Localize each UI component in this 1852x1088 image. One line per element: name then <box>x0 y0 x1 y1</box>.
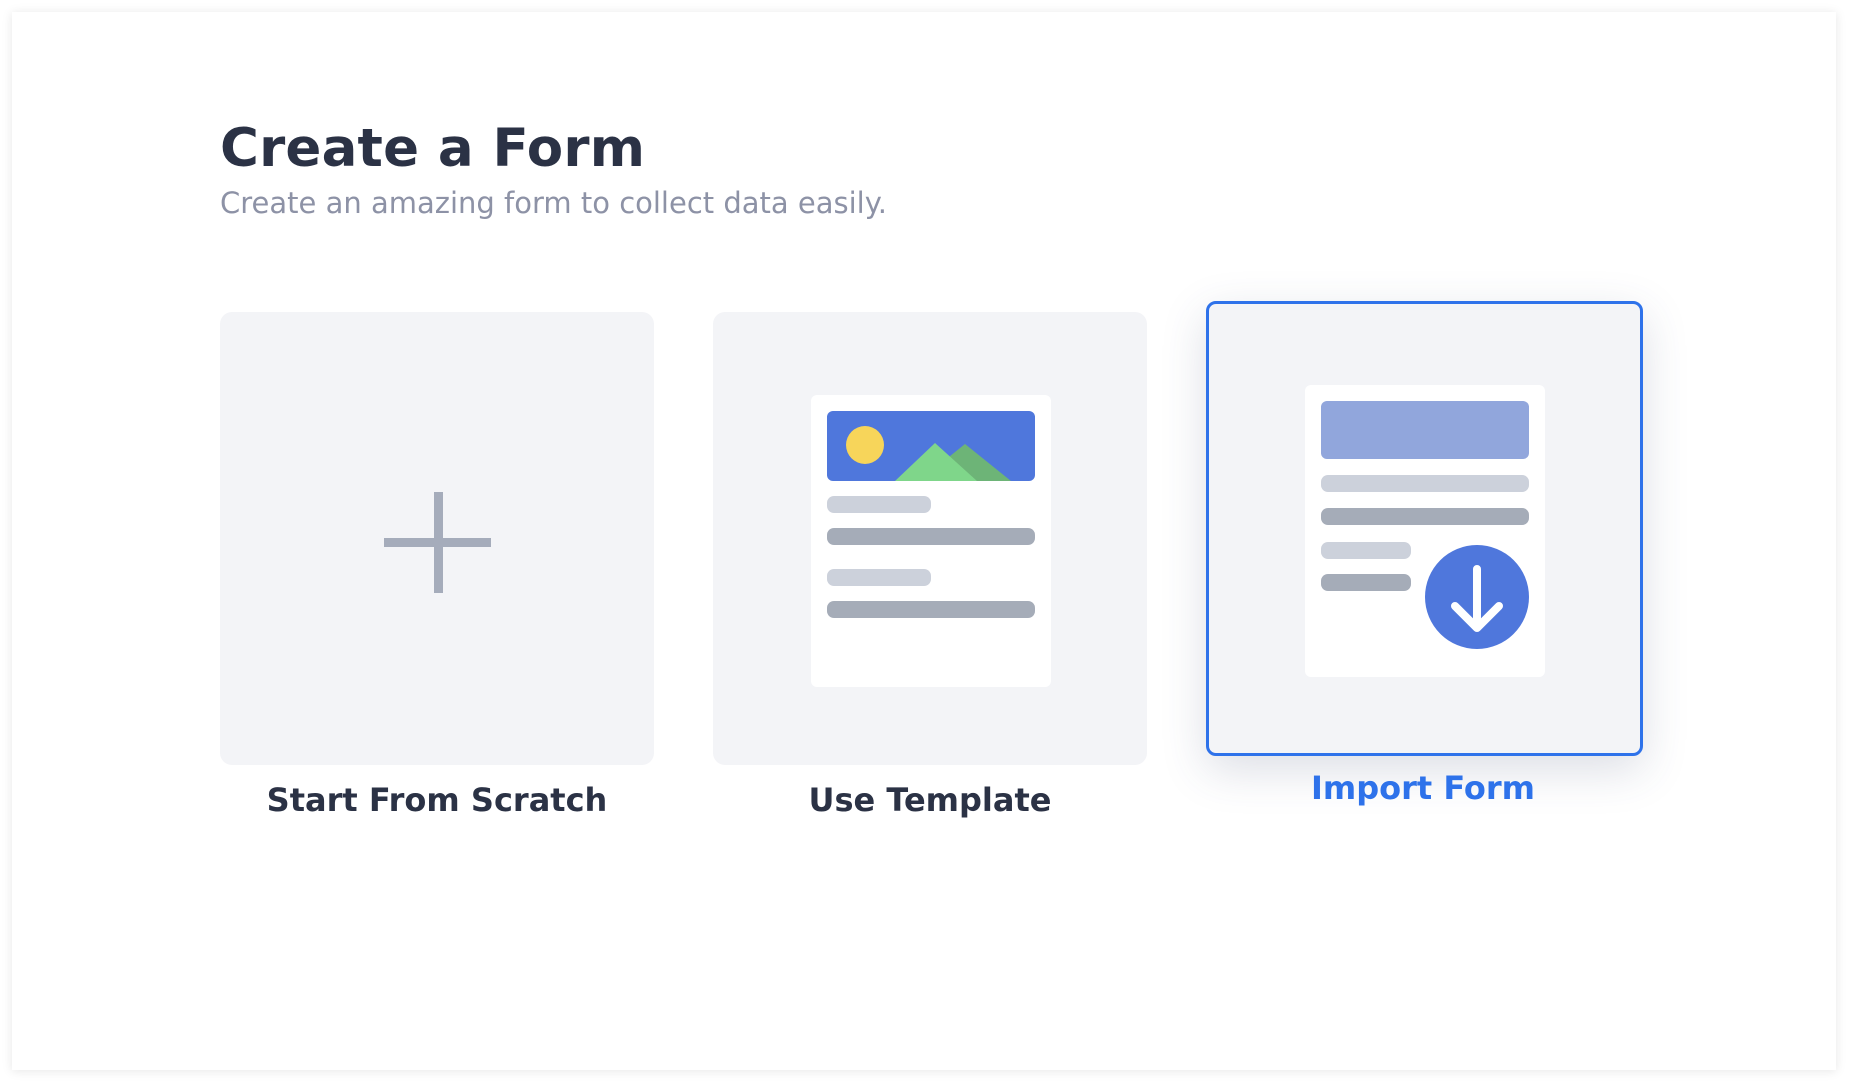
template-line <box>827 496 931 513</box>
download-icon <box>1425 545 1529 649</box>
template-illustration-icon <box>811 395 1051 687</box>
start-from-scratch-label[interactable]: Start From Scratch <box>220 781 654 819</box>
import-line <box>1321 574 1411 591</box>
import-form-illustration-icon <box>1305 385 1545 677</box>
sun-icon <box>846 426 884 464</box>
create-form-dialog: Create a Form Create an amazing form to … <box>12 12 1836 1070</box>
use-template-label[interactable]: Use Template <box>713 781 1147 819</box>
page-subtitle: Create an amazing form to collect data e… <box>220 186 887 220</box>
import-form-card[interactable] <box>1206 301 1643 756</box>
template-line <box>827 569 931 586</box>
template-line <box>827 528 1035 545</box>
import-header-bar <box>1321 401 1529 459</box>
start-from-scratch-card[interactable] <box>220 312 654 765</box>
import-line <box>1321 475 1529 492</box>
page-title: Create a Form <box>220 118 646 179</box>
import-line <box>1321 542 1411 559</box>
import-line <box>1321 508 1529 525</box>
use-template-card[interactable] <box>713 312 1147 765</box>
plus-horizontal-stroke <box>384 538 491 547</box>
template-line <box>827 601 1035 618</box>
plus-icon <box>384 492 491 593</box>
import-form-label[interactable]: Import Form <box>1206 769 1640 807</box>
